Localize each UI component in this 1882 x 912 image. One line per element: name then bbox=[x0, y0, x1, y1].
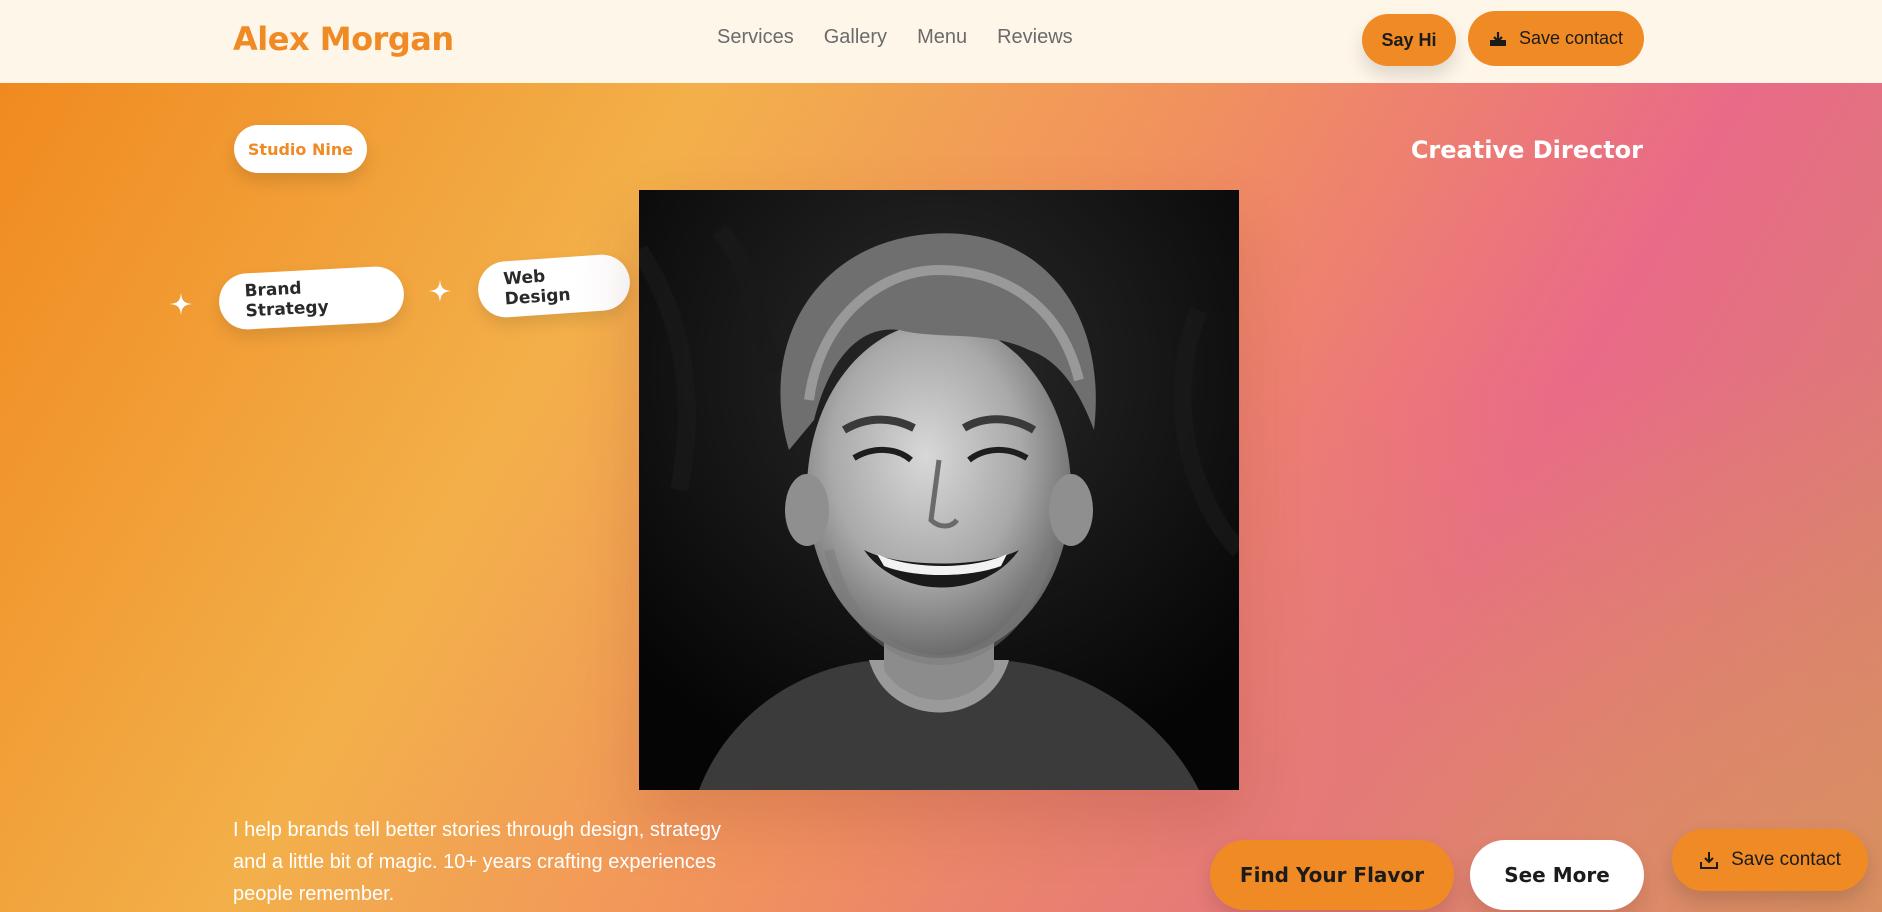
save-contact-label: Save contact bbox=[1518, 28, 1624, 48]
nav-services[interactable]: Services bbox=[717, 26, 794, 49]
see-more-button[interactable]: See More bbox=[1470, 840, 1644, 910]
portrait-photo bbox=[639, 190, 1239, 790]
floating-save-label: Save contact bbox=[1731, 849, 1841, 870]
find-your-flavor-button[interactable]: Find Your Flavor bbox=[1210, 840, 1454, 910]
nav-gallery[interactable]: Gallery bbox=[824, 26, 887, 49]
main-nav: Services Gallery Menu Reviews bbox=[717, 26, 1073, 49]
save-contact-button[interactable]: Save contact bbox=[1468, 11, 1644, 66]
studio-badge: Studio Nine bbox=[234, 125, 367, 173]
nav-reviews[interactable]: Reviews bbox=[997, 26, 1073, 49]
sparkle-icon bbox=[429, 280, 451, 306]
chip-brand-strategy: Brand Strategy bbox=[217, 265, 406, 331]
nav-menu[interactable]: Menu bbox=[917, 26, 967, 49]
role-title: Creative Director bbox=[1410, 136, 1643, 164]
floating-save-contact-button[interactable]: Save contact bbox=[1672, 829, 1868, 891]
download-icon bbox=[1699, 850, 1719, 870]
say-hi-button[interactable]: Say Hi bbox=[1362, 14, 1456, 66]
sparkle-icon bbox=[170, 293, 192, 319]
site-header: Alex Morgan Services Gallery Menu Review… bbox=[0, 0, 1882, 83]
chip-web-design: Web Design bbox=[476, 252, 632, 320]
download-tray-icon bbox=[1489, 31, 1507, 47]
logo[interactable]: Alex Morgan bbox=[233, 20, 454, 58]
intro-text: I help brands tell better stories throug… bbox=[233, 819, 722, 905]
page: Alex Morgan Services Gallery Menu Review… bbox=[0, 0, 1882, 912]
